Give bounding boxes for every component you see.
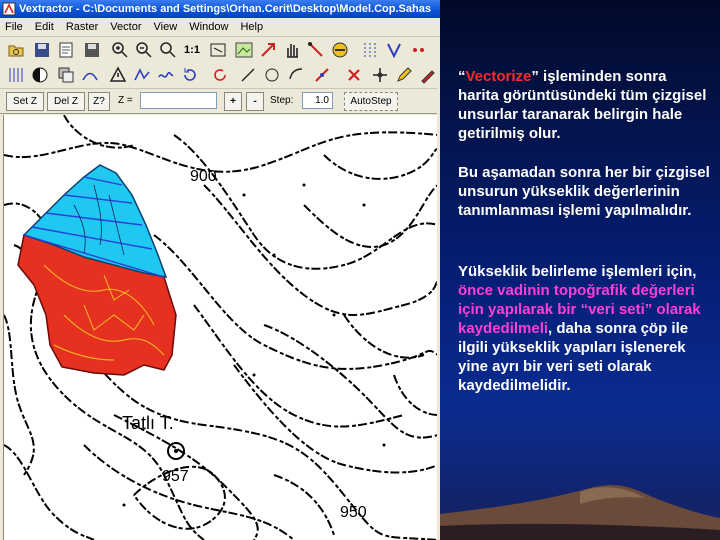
set-z-button[interactable]: Set Z (6, 92, 44, 111)
menu-window[interactable]: Window (184, 18, 232, 36)
z-plus-button[interactable]: + (224, 92, 242, 111)
menu-help[interactable]: Help (235, 18, 267, 36)
hand-pan-icon[interactable] (282, 40, 302, 60)
pencil-icon[interactable] (394, 65, 414, 85)
node-edit-icon[interactable] (312, 65, 332, 85)
map-canvas[interactable]: 900 Tatlı T. 957 950 (3, 115, 438, 540)
peak-height-label: 957 (162, 468, 189, 485)
node-dots-icon[interactable] (410, 40, 430, 60)
refresh-icon[interactable] (210, 65, 230, 85)
globe-icon[interactable] (30, 65, 50, 85)
menu-view[interactable]: View (149, 18, 182, 36)
auto-step-button[interactable]: AutoStep (344, 92, 398, 111)
zoom-in-icon[interactable] (110, 40, 130, 60)
z-query-button[interactable]: Z? (88, 92, 110, 111)
no-entry-icon[interactable] (330, 40, 350, 60)
move-icon[interactable] (370, 65, 390, 85)
delete-x-icon[interactable] (344, 65, 364, 85)
vectorize-v-icon[interactable] (384, 40, 404, 60)
curve-icon[interactable] (80, 65, 100, 85)
zoom-out-icon[interactable] (134, 40, 154, 60)
z-value-input[interactable] (140, 92, 217, 109)
save-as-icon[interactable] (82, 40, 102, 60)
rotate-icon[interactable] (180, 65, 200, 85)
quote-open: “ (458, 68, 466, 85)
arc-tool-icon[interactable] (286, 65, 306, 85)
peak-name-label: Tatlı T. (122, 413, 174, 433)
line-tool-icon[interactable] (238, 65, 258, 85)
menu-edit[interactable]: Edit (30, 18, 58, 36)
window-title: Vextractor - C:\Documents and Settings\O… (19, 3, 431, 15)
topographic-map: 900 Tatlı T. 957 950 (4, 115, 438, 540)
image-icon[interactable] (234, 40, 254, 60)
save-icon[interactable] (32, 40, 52, 60)
del-z-button[interactable]: Del Z (47, 92, 85, 111)
z-minus-button[interactable]: - (246, 92, 264, 111)
vector-toolbar (0, 62, 440, 89)
app-icon (2, 2, 16, 16)
smooth-icon[interactable] (156, 65, 176, 85)
title-bar[interactable]: Vextractor - C:\Documents and Settings\O… (0, 0, 440, 18)
slide-text-panel: “Vectorize” işleminden sonra harita görü… (440, 0, 720, 540)
step-label: Step: (270, 95, 294, 106)
step-input[interactable]: 1.0 (302, 92, 333, 109)
zoom-window-icon[interactable] (158, 40, 178, 60)
grid-select-icon[interactable] (360, 40, 380, 60)
z-value-toolbar: Set Z Del Z Z? Z = + - Step: 1.0 AutoSte… (0, 89, 440, 114)
menu-bar: File Edit Raster Vector View Window Help (0, 18, 440, 37)
warning-triangle-icon[interactable] (108, 65, 128, 85)
vectorize-keyword: Vectorize (465, 68, 532, 85)
menu-raster[interactable]: Raster (61, 18, 102, 36)
draw-line-icon[interactable] (306, 40, 326, 60)
circle-tool-icon[interactable] (262, 65, 282, 85)
paragraph-vectorize: “Vectorize” işleminden sonra harita görü… (458, 67, 710, 143)
z-label: Z = (118, 95, 133, 106)
main-toolbar: 1:1 (0, 37, 440, 64)
vectorized-valley (17, 164, 177, 376)
menu-file[interactable]: File (0, 18, 27, 36)
paragraph-procedure: Yükseklik belirleme işlemleri için, önce… (458, 262, 710, 395)
paragraph-3-intro: Yükseklik belirleme işlemleri için, (458, 263, 697, 280)
layers-icon[interactable] (56, 65, 76, 85)
polyline-icon[interactable] (132, 65, 152, 85)
zoom-1-1-button[interactable]: 1:1 (182, 40, 202, 60)
pointer-arrow-icon[interactable] (258, 40, 278, 60)
new-icon[interactable] (56, 40, 76, 60)
brush-icon[interactable] (418, 65, 438, 85)
menu-vector[interactable]: Vector (105, 18, 145, 36)
paragraph-elevation: Bu aşamadan sonra her bir çizgisel unsur… (458, 164, 710, 219)
vextractor-window: Vextractor - C:\Documents and Settings\O… (0, 0, 440, 540)
grid-layer-icon[interactable] (6, 65, 26, 85)
sand-dunes-decoration (440, 485, 720, 540)
open-icon[interactable] (6, 40, 26, 60)
zoom-extent-icon[interactable] (208, 40, 228, 60)
contour-label-900: 900 (190, 168, 217, 185)
contour-label-950: 950 (340, 504, 367, 521)
